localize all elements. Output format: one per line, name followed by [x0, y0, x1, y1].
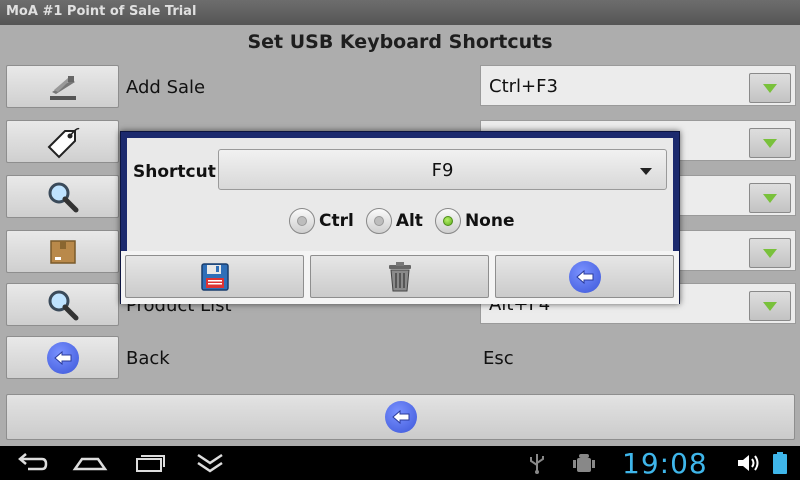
box-icon [49, 239, 76, 264]
radio-indicator [373, 216, 384, 226]
delete-button[interactable] [310, 255, 489, 298]
chevron-down-icon [763, 248, 777, 258]
add-sale-button[interactable] [6, 65, 119, 108]
dropdown-button[interactable] [749, 183, 791, 213]
dialog-actions [121, 251, 679, 304]
nav-recents-icon[interactable] [131, 451, 167, 475]
product-list-button[interactable] [6, 283, 119, 326]
back-arrow-icon [46, 341, 79, 374]
dropdown-button[interactable] [749, 73, 791, 103]
radio-label: Ctrl [319, 211, 354, 231]
chevron-down-icon [763, 301, 777, 311]
price-tag-button[interactable] [6, 120, 119, 163]
radio-alt[interactable]: Alt [365, 208, 423, 234]
chevron-down-icon [763, 193, 777, 203]
usb-icon [530, 454, 544, 474]
shortcut-value: Esc [483, 348, 514, 369]
shortcut-label: Shortcut [133, 162, 216, 182]
modifier-radio-group: Ctrl Alt None [289, 208, 527, 234]
magnifier-icon [48, 182, 78, 212]
save-floppy-icon [200, 262, 229, 291]
chevron-down-icon [763, 83, 777, 93]
radio-button[interactable] [434, 208, 461, 234]
status-clock: 19:08 [622, 447, 708, 480]
shortcut-combo[interactable]: Ctrl+F3 [480, 65, 796, 106]
volume-icon [738, 455, 759, 471]
shortcut-row-add-sale: Add Sale Ctrl+F3 [0, 65, 800, 111]
radio-label: None [464, 211, 515, 231]
dialog-body: Shortcut F9 Ctrl Alt None [127, 138, 673, 251]
search-button[interactable] [6, 175, 119, 218]
radio-none[interactable]: None [434, 208, 515, 234]
radio-indicator-selected [442, 216, 453, 226]
row-label: Add Sale [126, 77, 206, 98]
chevron-down-icon [763, 138, 777, 148]
android-debug-icon [573, 454, 595, 472]
dropdown-button[interactable] [749, 128, 791, 158]
nav-home-icon[interactable] [72, 451, 108, 475]
save-button[interactable] [125, 255, 304, 298]
caret-down-icon [640, 168, 652, 175]
back-arrow-icon [568, 260, 601, 293]
shortcut-value: Ctrl+F3 [489, 76, 558, 97]
dropdown-button[interactable] [749, 291, 791, 321]
radio-indicator [297, 216, 307, 226]
radio-ctrl[interactable]: Ctrl [289, 208, 354, 234]
radio-button[interactable] [365, 208, 392, 234]
window-title: MoA #1 Point of Sale Trial [0, 0, 800, 25]
nav-back-icon[interactable] [14, 451, 50, 475]
magnifier-icon [48, 290, 78, 320]
page-title: Set USB Keyboard Shortcuts [247, 31, 553, 53]
dropdown-button[interactable] [749, 238, 791, 268]
stapler-icon [49, 75, 76, 100]
battery-icon [773, 452, 787, 474]
back-row-button[interactable] [6, 336, 119, 379]
radio-label: Alt [395, 211, 423, 231]
shortcut-dialog: Shortcut F9 Ctrl Alt None [120, 131, 680, 304]
price-tag-icon [47, 127, 80, 158]
nav-hide-keyboard-icon[interactable] [192, 451, 228, 475]
system-navbar: 19:08 [0, 446, 800, 480]
box-button[interactable] [6, 230, 119, 273]
shortcut-key-value: F9 [431, 160, 454, 181]
dialog-back-button[interactable] [495, 255, 674, 298]
back-arrow-icon [384, 401, 417, 433]
shortcut-key-select[interactable]: F9 [218, 149, 667, 190]
shortcut-row-back: Back Esc [0, 336, 800, 382]
back-button[interactable] [6, 394, 795, 440]
trash-can-icon [388, 261, 411, 291]
row-label: Back [126, 348, 170, 369]
radio-button[interactable] [289, 208, 315, 234]
